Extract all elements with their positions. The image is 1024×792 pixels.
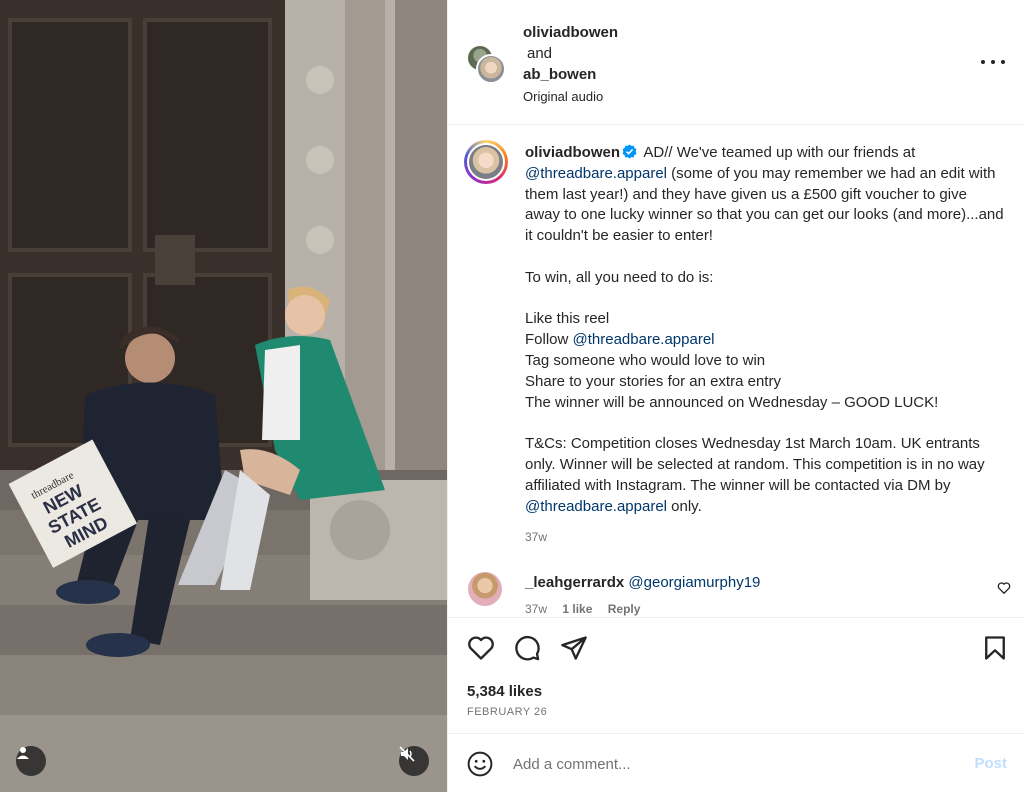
reply-button[interactable]: Reply bbox=[608, 602, 641, 616]
comment: _leahgerrardx @georgiamurphy19 37w 1 lik… bbox=[525, 573, 760, 616]
tagged-users-button[interactable] bbox=[16, 746, 46, 776]
post-comment-button[interactable]: Post bbox=[974, 755, 1007, 772]
post-header: oliviadbowen and ab_bowen Original audio bbox=[448, 0, 1024, 125]
share-paper-plane-icon[interactable] bbox=[560, 634, 588, 662]
audio-link[interactable]: Original audio bbox=[523, 86, 618, 107]
post-dialog: threadbare NEW STATE MIND oliviadbowen a… bbox=[0, 0, 1024, 792]
comment-likes-link[interactable]: 1 like bbox=[562, 602, 592, 616]
mention-link[interactable]: @threadbare.apparel bbox=[525, 498, 667, 515]
mention-link[interactable]: @georgiamurphy19 bbox=[628, 574, 760, 591]
terms-text: only. bbox=[667, 497, 702, 515]
comment-input[interactable] bbox=[513, 746, 943, 782]
collab-names: oliviadbowen and ab_bowen Original audio bbox=[523, 22, 618, 107]
post-sidebar: oliviadbowen and ab_bowen Original audio… bbox=[447, 0, 1024, 792]
caption-text: To win, all you need to do is: bbox=[525, 268, 714, 286]
avatar[interactable] bbox=[476, 54, 506, 84]
comments-section[interactable]: oliviadbowen AD// We've teamed up with o… bbox=[448, 126, 1024, 616]
speaker-muted-icon bbox=[399, 746, 415, 762]
user-icon bbox=[17, 747, 29, 759]
caption-step: The winner will be announced on Wednesda… bbox=[525, 393, 939, 411]
collab-avatars[interactable] bbox=[466, 44, 506, 84]
reel-video[interactable]: threadbare NEW STATE MIND bbox=[0, 0, 447, 792]
post-actions: 5,384 likes FEBRUARY 26 bbox=[448, 617, 1024, 732]
comment-username[interactable]: _leahgerrardx bbox=[525, 574, 624, 591]
emoji-icon[interactable] bbox=[467, 751, 493, 777]
post-date[interactable]: FEBRUARY 26 bbox=[467, 706, 547, 718]
caption-text: AD// We've teamed up with our friends at bbox=[643, 144, 916, 161]
verified-badge-icon bbox=[622, 144, 637, 159]
reel-frame-illustration: threadbare NEW STATE MIND bbox=[0, 0, 447, 792]
avatar[interactable] bbox=[468, 572, 502, 606]
comment-like-heart-icon[interactable] bbox=[997, 581, 1011, 595]
caption-avatar-story-ring[interactable] bbox=[464, 140, 508, 184]
audio-mute-button[interactable] bbox=[399, 746, 429, 776]
mention-link[interactable]: @threadbare.apparel bbox=[573, 331, 715, 348]
add-comment-bar: Post bbox=[448, 733, 1024, 792]
comment-bubble-icon[interactable] bbox=[513, 634, 541, 662]
caption-step: Follow bbox=[525, 331, 573, 349]
save-bookmark-icon[interactable] bbox=[981, 634, 1009, 662]
like-heart-icon[interactable] bbox=[467, 634, 495, 662]
username-link[interactable]: ab_bowen bbox=[523, 64, 618, 85]
username-link[interactable]: oliviadbowen bbox=[523, 22, 618, 43]
caption-timestamp[interactable]: 37w bbox=[525, 527, 1005, 548]
caption-step: Like this reel bbox=[525, 310, 610, 328]
comment-meta: 37w 1 like Reply bbox=[525, 599, 760, 616]
caption: oliviadbowen AD// We've teamed up with o… bbox=[525, 143, 1005, 548]
more-dot bbox=[1001, 60, 1005, 64]
caption-step: Share to your stories for an extra entry bbox=[525, 372, 781, 390]
likes-count[interactable]: 5,384 likes bbox=[467, 683, 542, 700]
mention-link[interactable]: @threadbare.apparel bbox=[525, 165, 667, 182]
caption-username[interactable]: oliviadbowen bbox=[525, 144, 620, 161]
avatar bbox=[467, 143, 505, 181]
terms-text: T&Cs: Competition closes Wednesday 1st M… bbox=[525, 435, 985, 494]
caption-step: Tag someone who would love to win bbox=[525, 351, 766, 369]
more-options-button[interactable] bbox=[981, 52, 1005, 72]
and-text: and bbox=[527, 45, 553, 62]
comment-timestamp[interactable]: 37w bbox=[525, 602, 547, 616]
more-dot bbox=[991, 60, 995, 64]
more-dot bbox=[981, 60, 985, 64]
